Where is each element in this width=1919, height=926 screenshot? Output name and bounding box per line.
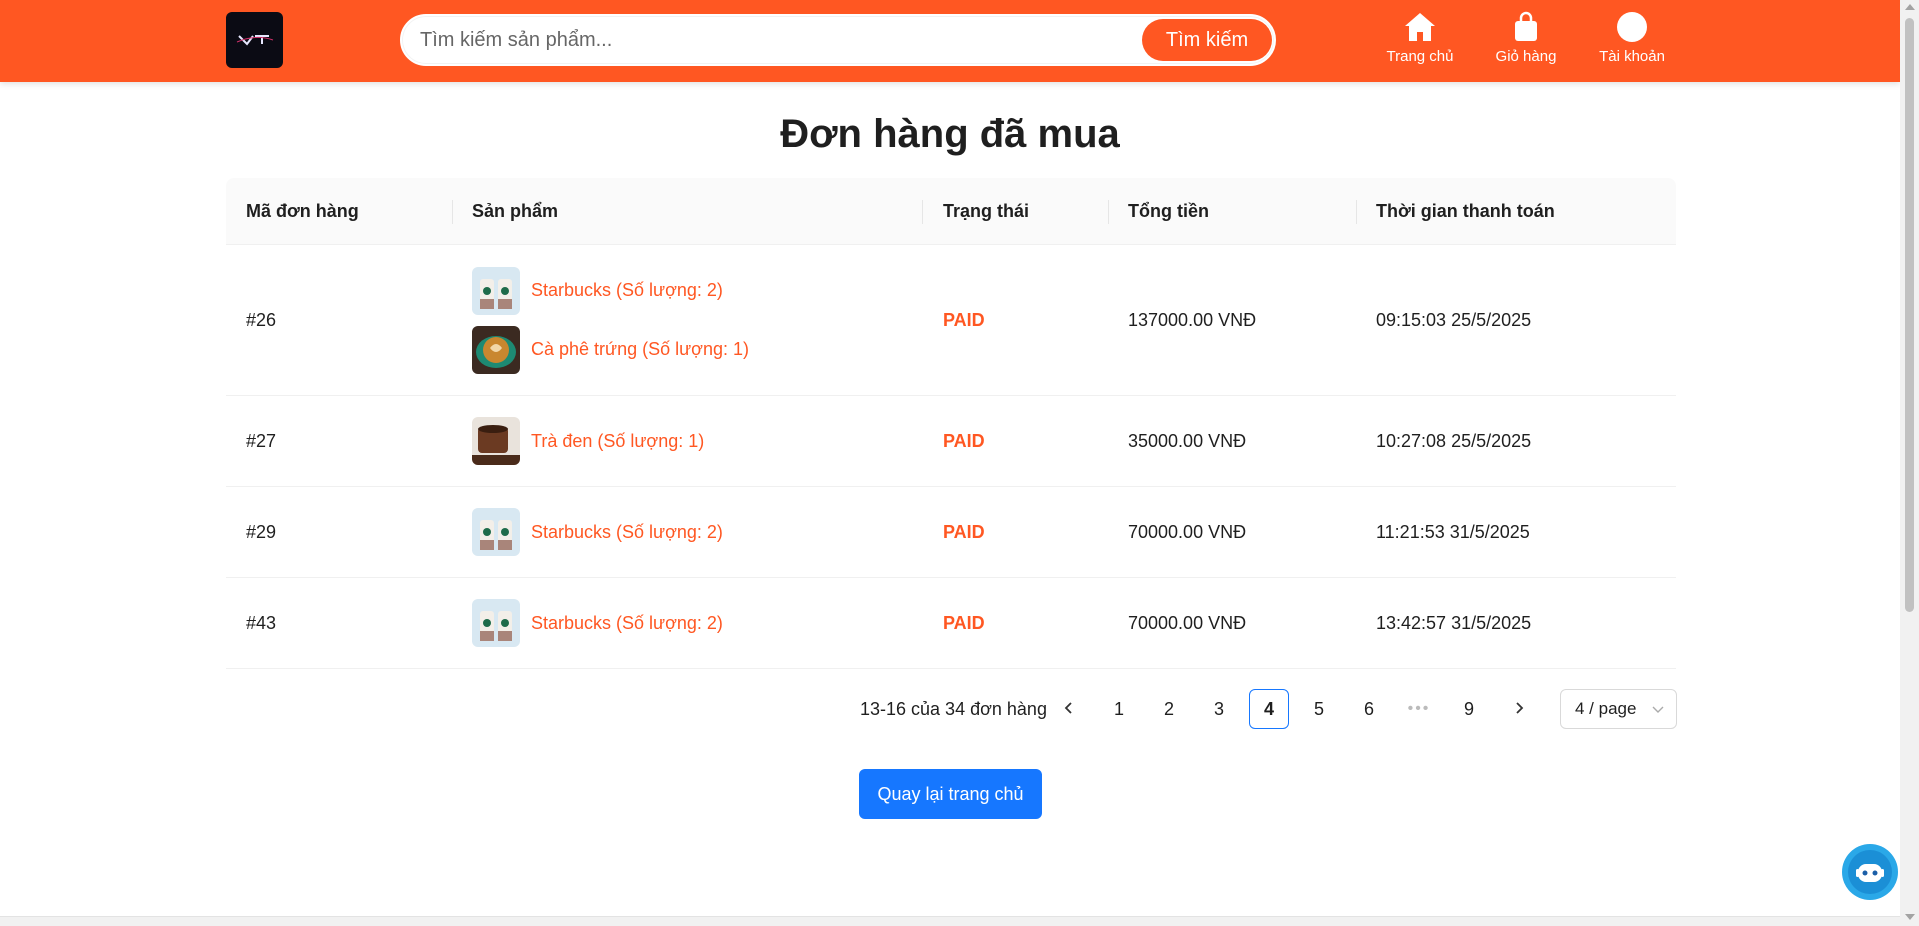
home-icon <box>1403 10 1437 44</box>
product-thumbnail <box>472 325 520 374</box>
pagination-page[interactable]: 1 <box>1099 689 1139 729</box>
pagination-page[interactable]: 9 <box>1449 689 1489 729</box>
nav-cart-label: Giỏ hàng <box>1495 48 1557 65</box>
product-list: Starbucks (Số lượng: 2) Cà phê trứng (Số… <box>472 245 749 395</box>
product-thumbnail <box>472 599 520 647</box>
nav-home[interactable]: Trang chủ <box>1370 10 1470 72</box>
status-badge: PAID <box>943 309 985 330</box>
order-total: 70000.00 VNĐ <box>1128 521 1247 542</box>
back-home-button[interactable]: Quay lại trang chủ <box>859 769 1042 819</box>
chatbot-icon <box>1842 844 1898 900</box>
product-link[interactable]: Starbucks (Số lượng: 2) <box>531 522 723 543</box>
scrollbar-thumb[interactable] <box>1905 18 1914 612</box>
product-list: Starbucks (Số lượng: 2) <box>472 487 723 577</box>
search-button[interactable]: Tìm kiếm <box>1142 19 1272 61</box>
order-total: 137000.00 VNĐ <box>1128 309 1257 330</box>
order-id: #29 <box>246 521 277 542</box>
pagination-total: 13-16 của 34 đơn hàng <box>860 699 1047 719</box>
nav-account-label: Tài khoản <box>1599 48 1665 65</box>
product-list: Trà đen (Số lượng: 1) <box>472 396 704 486</box>
chatbot-button[interactable] <box>1841 838 1899 906</box>
table-header: Mã đơn hàng Sản phẩm Trạng thái Tổng tiề… <box>226 178 1676 245</box>
column-total: Tổng tiền <box>1128 201 1209 221</box>
product-list: Starbucks (Số lượng: 2) <box>472 578 723 668</box>
top-header: Tìm kiếm Trang chủ Giỏ hàng Tài khoản <box>0 0 1900 82</box>
page-size-value: 4 / page <box>1575 699 1637 718</box>
product-thumbnail <box>472 508 520 556</box>
table-row: #43 Starbucks (Số lượng: 2) PAID 70000.0… <box>226 578 1676 669</box>
vertical-scrollbar[interactable] <box>1900 0 1919 926</box>
order-total: 70000.00 VNĐ <box>1128 612 1247 633</box>
chevron-left-icon <box>1064 702 1072 714</box>
pagination-page[interactable]: 3 <box>1199 689 1239 729</box>
list-item: Starbucks (Số lượng: 2) <box>472 266 749 315</box>
column-divider <box>1108 200 1109 224</box>
product-link[interactable]: Starbucks (Số lượng: 2) <box>531 280 723 301</box>
pagination-page-current[interactable]: 4 <box>1249 689 1289 729</box>
chevron-right-icon <box>1516 702 1524 714</box>
pagination-page[interactable]: 2 <box>1149 689 1189 729</box>
order-total: 35000.00 VNĐ <box>1128 430 1247 451</box>
horizontal-scrollbar[interactable] <box>0 916 1900 926</box>
column-status: Trạng thái <box>943 201 1030 221</box>
column-products: Sản phẩm <box>472 201 559 221</box>
product-link[interactable]: Trà đen (Số lượng: 1) <box>531 431 704 452</box>
order-id: #27 <box>246 430 277 451</box>
product-link[interactable]: Starbucks (Số lượng: 2) <box>531 613 723 634</box>
logo[interactable] <box>226 12 283 68</box>
logo-mark-icon <box>236 35 273 46</box>
column-paid-at: Thời gian thanh toán <box>1376 201 1555 221</box>
pagination-page[interactable]: 5 <box>1299 689 1339 729</box>
list-item: Cà phê trứng (Số lượng: 1) <box>472 325 749 374</box>
scroll-up-icon[interactable] <box>1905 4 1915 10</box>
order-paid-at: 09:15:03 25/5/2025 <box>1376 309 1532 330</box>
order-paid-at: 10:27:08 25/5/2025 <box>1376 430 1532 451</box>
order-paid-at: 13:42:57 31/5/2025 <box>1376 612 1532 633</box>
status-badge: PAID <box>943 521 985 542</box>
nav-cart[interactable]: Giỏ hàng <box>1476 10 1576 72</box>
user-circle-icon <box>1615 10 1649 44</box>
table-row: #29 Starbucks (Số lượng: 2) PAID 70000.0… <box>226 487 1676 578</box>
status-badge: PAID <box>943 612 985 633</box>
column-divider <box>1356 200 1357 224</box>
status-badge: PAID <box>943 430 985 451</box>
orders-table: Mã đơn hàng Sản phẩm Trạng thái Tổng tiề… <box>226 178 1676 669</box>
order-paid-at: 11:21:53 31/5/2025 <box>1376 521 1530 542</box>
order-id: #43 <box>246 612 277 633</box>
pagination-jump-next[interactable]: ••• <box>1399 689 1439 729</box>
search-input[interactable] <box>420 16 1110 64</box>
table-row: #27 Trà đen (Số lượng: 1) PAID 35000.00 … <box>226 396 1676 487</box>
nav-account[interactable]: Tài khoản <box>1582 10 1682 72</box>
shopping-bag-icon <box>1509 10 1543 44</box>
list-item: Trà đen (Số lượng: 1) <box>472 417 704 465</box>
pagination-next-button[interactable] <box>1499 689 1539 729</box>
search-bar: Tìm kiếm <box>400 14 1276 66</box>
pagination-prev-button[interactable] <box>1049 689 1089 729</box>
page-size-select[interactable]: 4 / page <box>1560 689 1677 729</box>
order-id: #26 <box>246 309 277 330</box>
page-title: Đơn hàng đã mua <box>780 112 1120 156</box>
list-item: Starbucks (Số lượng: 2) <box>472 599 723 647</box>
column-divider <box>452 200 453 224</box>
product-thumbnail <box>472 417 520 465</box>
pagination-page[interactable]: 6 <box>1349 689 1389 729</box>
product-thumbnail <box>472 266 520 315</box>
nav-home-label: Trang chủ <box>1386 48 1454 65</box>
list-item: Starbucks (Số lượng: 2) <box>472 508 723 556</box>
product-link[interactable]: Cà phê trứng (Số lượng: 1) <box>531 339 749 360</box>
chevron-down-icon <box>1652 690 1664 728</box>
column-divider <box>922 200 923 224</box>
table-row: #26 Starbucks (Số lượng: 2) Cà phê trứng… <box>226 245 1676 396</box>
scroll-down-icon[interactable] <box>1905 914 1915 920</box>
column-order-id: Mã đơn hàng <box>246 201 359 221</box>
